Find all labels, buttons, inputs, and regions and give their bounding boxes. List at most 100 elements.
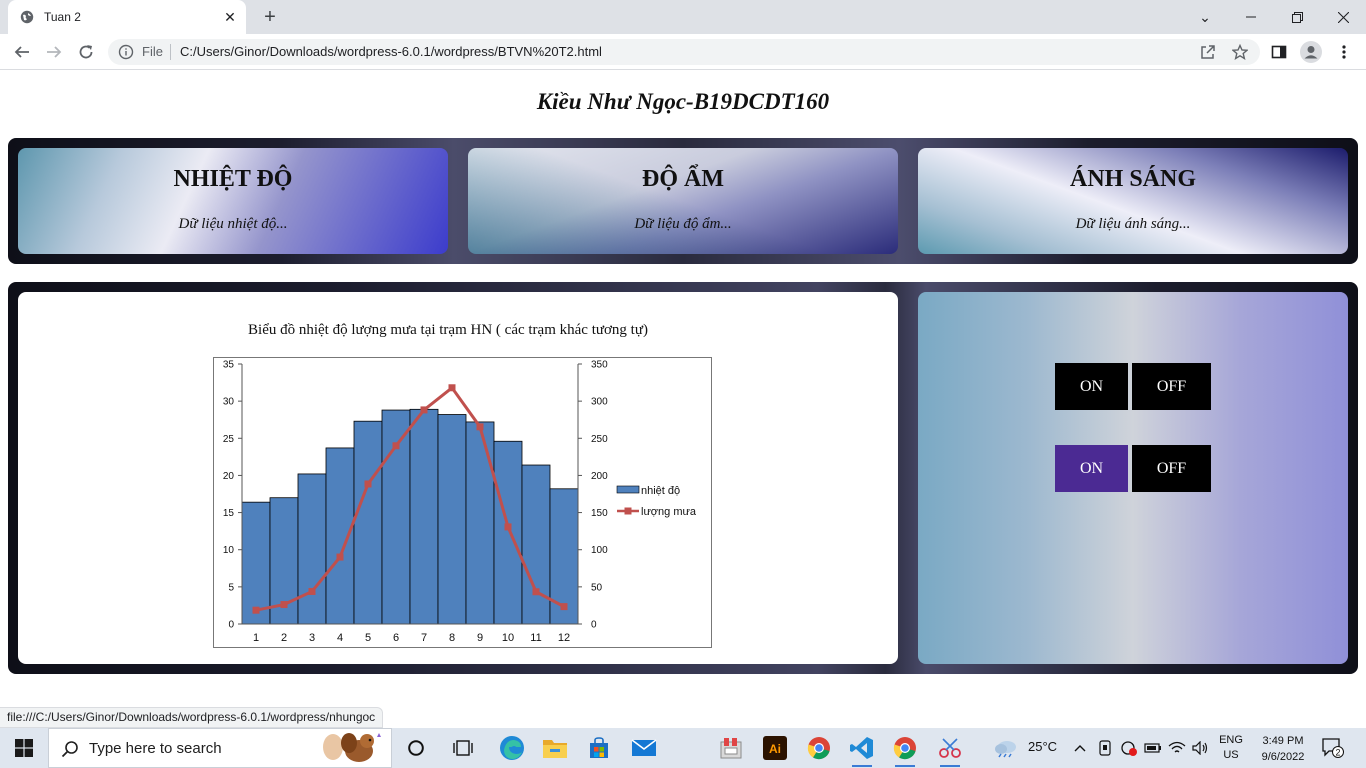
notification-center-icon[interactable]: 2 xyxy=(1322,738,1344,758)
browser-tab-bar: Tuan 2 ✕ + ⌄ xyxy=(0,0,1366,34)
light-heading: ÁNH SÁNG xyxy=(1069,166,1196,192)
device1-on-button[interactable]: ON xyxy=(1055,363,1128,410)
wifi-icon[interactable] xyxy=(1166,732,1188,764)
snipping-tool-icon[interactable] xyxy=(934,732,966,767)
bar-1 xyxy=(241,501,271,625)
humidity-heading: ĐỘ ẨM xyxy=(642,166,724,192)
bar-6 xyxy=(381,409,411,625)
page-content: Kiều Như Ngọc-B19DCDT160 NHIỆT ĐỘ Dữ liệ… xyxy=(0,71,1366,704)
device1-off-button[interactable]: OFF xyxy=(1132,363,1211,410)
weather-temperature[interactable]: 25°C xyxy=(1028,739,1057,754)
temperature-value: Dữ liệu nhiệt độ... xyxy=(178,216,288,232)
file-explorer-icon[interactable] xyxy=(539,732,571,764)
y-left-tick-label: 5 xyxy=(228,582,234,593)
bookmark-star-icon[interactable] xyxy=(1228,40,1252,64)
volume-icon[interactable] xyxy=(1190,732,1212,764)
tools-app-icon[interactable] xyxy=(715,732,747,764)
restore-button[interactable] xyxy=(1274,0,1320,34)
bar-3 xyxy=(297,473,327,625)
tray-chevron-up-icon[interactable] xyxy=(1070,732,1090,764)
x-tick-label: 5 xyxy=(365,632,371,644)
link-status-bar: file:///C:/Users/Ginor/Downloads/wordpre… xyxy=(0,707,384,728)
bar-4 xyxy=(325,447,355,625)
vscode-icon[interactable] xyxy=(846,732,878,767)
rainfall-point-9 xyxy=(476,423,484,431)
legend-line-marker xyxy=(624,507,632,515)
address-bar[interactable]: File C:/Users/Ginor/Downloads/wordpress-… xyxy=(108,39,1260,65)
side-panel-icon[interactable] xyxy=(1267,40,1291,64)
input-language[interactable]: ENG US xyxy=(1214,733,1248,763)
legend-line-label: lượng mưa xyxy=(641,506,697,518)
humidity-value: Dữ liệu độ ẩm... xyxy=(634,216,732,232)
y-right-tick-label: 100 xyxy=(591,545,608,556)
tab-title: Tuan 2 xyxy=(44,10,81,24)
y-right-tick-label: 150 xyxy=(591,508,608,519)
bar-7 xyxy=(409,408,439,625)
new-tab-button[interactable]: + xyxy=(260,7,280,27)
reload-icon[interactable] xyxy=(74,40,98,64)
adobe-illustrator-icon[interactable]: Ai xyxy=(759,732,791,764)
rainfall-point-8 xyxy=(448,384,456,392)
x-tick-label: 10 xyxy=(502,632,514,644)
control-card: ON OFF ON OFF xyxy=(918,292,1348,664)
chart-title: Biểu đồ nhiệt độ lượng mưa tại trạm HN (… xyxy=(248,322,648,338)
cortana-icon[interactable] xyxy=(400,732,432,764)
chrome-icon[interactable] xyxy=(803,732,835,764)
share-icon[interactable] xyxy=(1196,40,1220,64)
clock[interactable]: 3:49 PM 9/6/2022 xyxy=(1254,733,1312,765)
tab-close-icon[interactable]: ✕ xyxy=(222,9,238,25)
address-separator xyxy=(170,44,171,60)
windows-taskbar: Type here to search Ai 25°C ENG US 3:49 … xyxy=(0,728,1366,768)
rainfall-point-5 xyxy=(364,480,372,488)
rainfall-point-7 xyxy=(420,406,428,414)
main-panel: Biểu đồ nhiệt độ lượng mưa tại trạm HN (… xyxy=(8,282,1358,674)
rainfall-point-4 xyxy=(336,553,344,561)
page-title: Kiều Như Ngọc-B19DCDT160 xyxy=(536,89,830,114)
x-tick-label: 8 xyxy=(449,632,455,644)
device2-off-button[interactable]: OFF xyxy=(1132,445,1211,492)
notification-count: 2 xyxy=(1335,748,1340,758)
input-language-line2: US xyxy=(1223,749,1239,761)
taskbar-search-box[interactable]: Type here to search xyxy=(48,728,392,768)
profile-avatar-icon[interactable] xyxy=(1299,40,1323,64)
address-url[interactable]: C:/Users/Ginor/Downloads/wordpress-6.0.1… xyxy=(180,44,602,59)
back-arrow-icon[interactable] xyxy=(10,40,34,64)
x-tick-label: 7 xyxy=(421,632,427,644)
clock-time: 3:49 PM xyxy=(1262,735,1304,747)
tray-app-icon[interactable] xyxy=(1118,732,1140,764)
kebab-menu-icon[interactable] xyxy=(1332,40,1356,64)
start-button[interactable] xyxy=(0,728,48,768)
y-right-tick-label: 0 xyxy=(591,620,597,631)
battery-icon[interactable] xyxy=(1142,732,1164,764)
y-left-tick-label: 15 xyxy=(223,508,235,519)
rainfall-point-6 xyxy=(392,442,400,450)
weather-icon[interactable] xyxy=(992,732,1020,764)
tray-device-icon[interactable] xyxy=(1094,732,1116,764)
y-left-tick-label: 35 xyxy=(223,360,235,371)
chart-card: Biểu đồ nhiệt độ lượng mưa tại trạm HN (… xyxy=(18,292,898,664)
device2-on-button[interactable]: ON xyxy=(1055,445,1128,492)
bar-10 xyxy=(493,440,523,625)
info-icon[interactable] xyxy=(118,44,134,60)
x-tick-label: 4 xyxy=(337,632,343,644)
rainfall-point-1 xyxy=(252,606,260,614)
x-tick-label: 6 xyxy=(393,632,399,644)
rainfall-point-3 xyxy=(308,587,316,595)
svg-text:Ai: Ai xyxy=(769,742,781,756)
y-right-tick-label: 50 xyxy=(591,582,603,593)
close-window-button[interactable] xyxy=(1320,0,1366,34)
forward-arrow-icon[interactable] xyxy=(42,40,66,64)
x-tick-label: 1 xyxy=(253,632,259,644)
rainfall-point-10 xyxy=(504,523,512,531)
microsoft-store-icon[interactable] xyxy=(583,732,615,764)
y-right-tick-label: 200 xyxy=(591,471,608,482)
minimize-button[interactable] xyxy=(1228,0,1274,34)
tab-search-icon[interactable]: ⌄ xyxy=(1182,0,1228,34)
y-right-tick-label: 350 xyxy=(591,360,608,371)
chrome-active-icon[interactable] xyxy=(889,732,921,767)
task-view-icon[interactable] xyxy=(447,732,479,764)
browser-tab[interactable]: Tuan 2 ✕ xyxy=(8,0,246,34)
y-left-tick-label: 0 xyxy=(228,620,234,631)
mail-icon[interactable] xyxy=(628,732,660,764)
edge-icon[interactable] xyxy=(496,732,528,764)
